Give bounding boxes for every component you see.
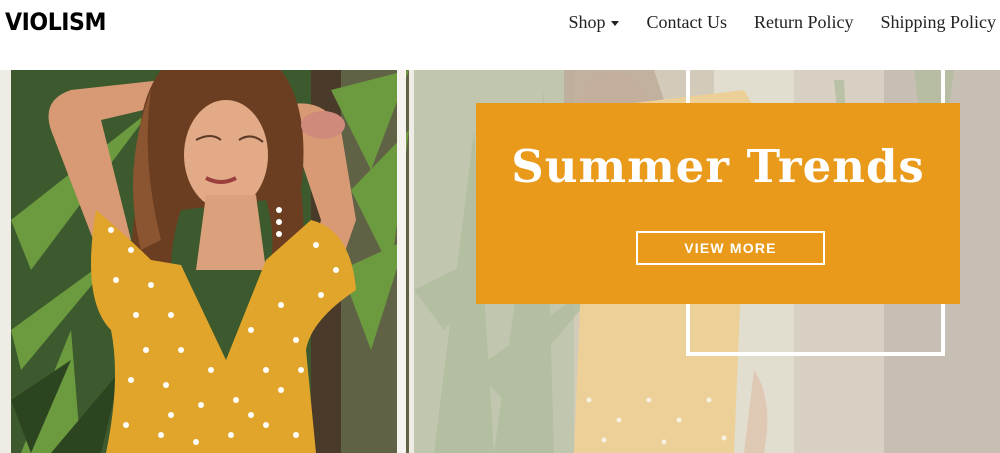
site-logo[interactable]: VIOLISM xyxy=(5,8,106,36)
nav-item-label: Contact Us xyxy=(646,11,727,32)
caret-down-icon xyxy=(611,20,620,26)
model-photo-graphic xyxy=(11,70,409,453)
nav-item-label: Shop xyxy=(568,11,606,32)
promo-box: Summer Trends VIEW MORE xyxy=(476,103,960,304)
nav-item-label: Shipping Policy xyxy=(880,11,996,32)
view-more-button[interactable]: VIEW MORE xyxy=(636,231,825,265)
nav-item-shop[interactable]: Shop xyxy=(568,11,620,33)
hero-title: Summer Trends xyxy=(511,140,925,193)
nav-item-contact-us[interactable]: Contact Us xyxy=(646,12,727,33)
main-nav: Shop Contact Us Return Policy Shipping P… xyxy=(541,10,996,34)
nav-item-label: Return Policy xyxy=(753,11,854,32)
hero-model-image xyxy=(11,70,409,453)
nav-item-shipping-policy[interactable]: Shipping Policy xyxy=(880,12,996,33)
image-divider xyxy=(397,70,406,453)
nav-item-return-policy[interactable]: Return Policy xyxy=(754,12,854,33)
